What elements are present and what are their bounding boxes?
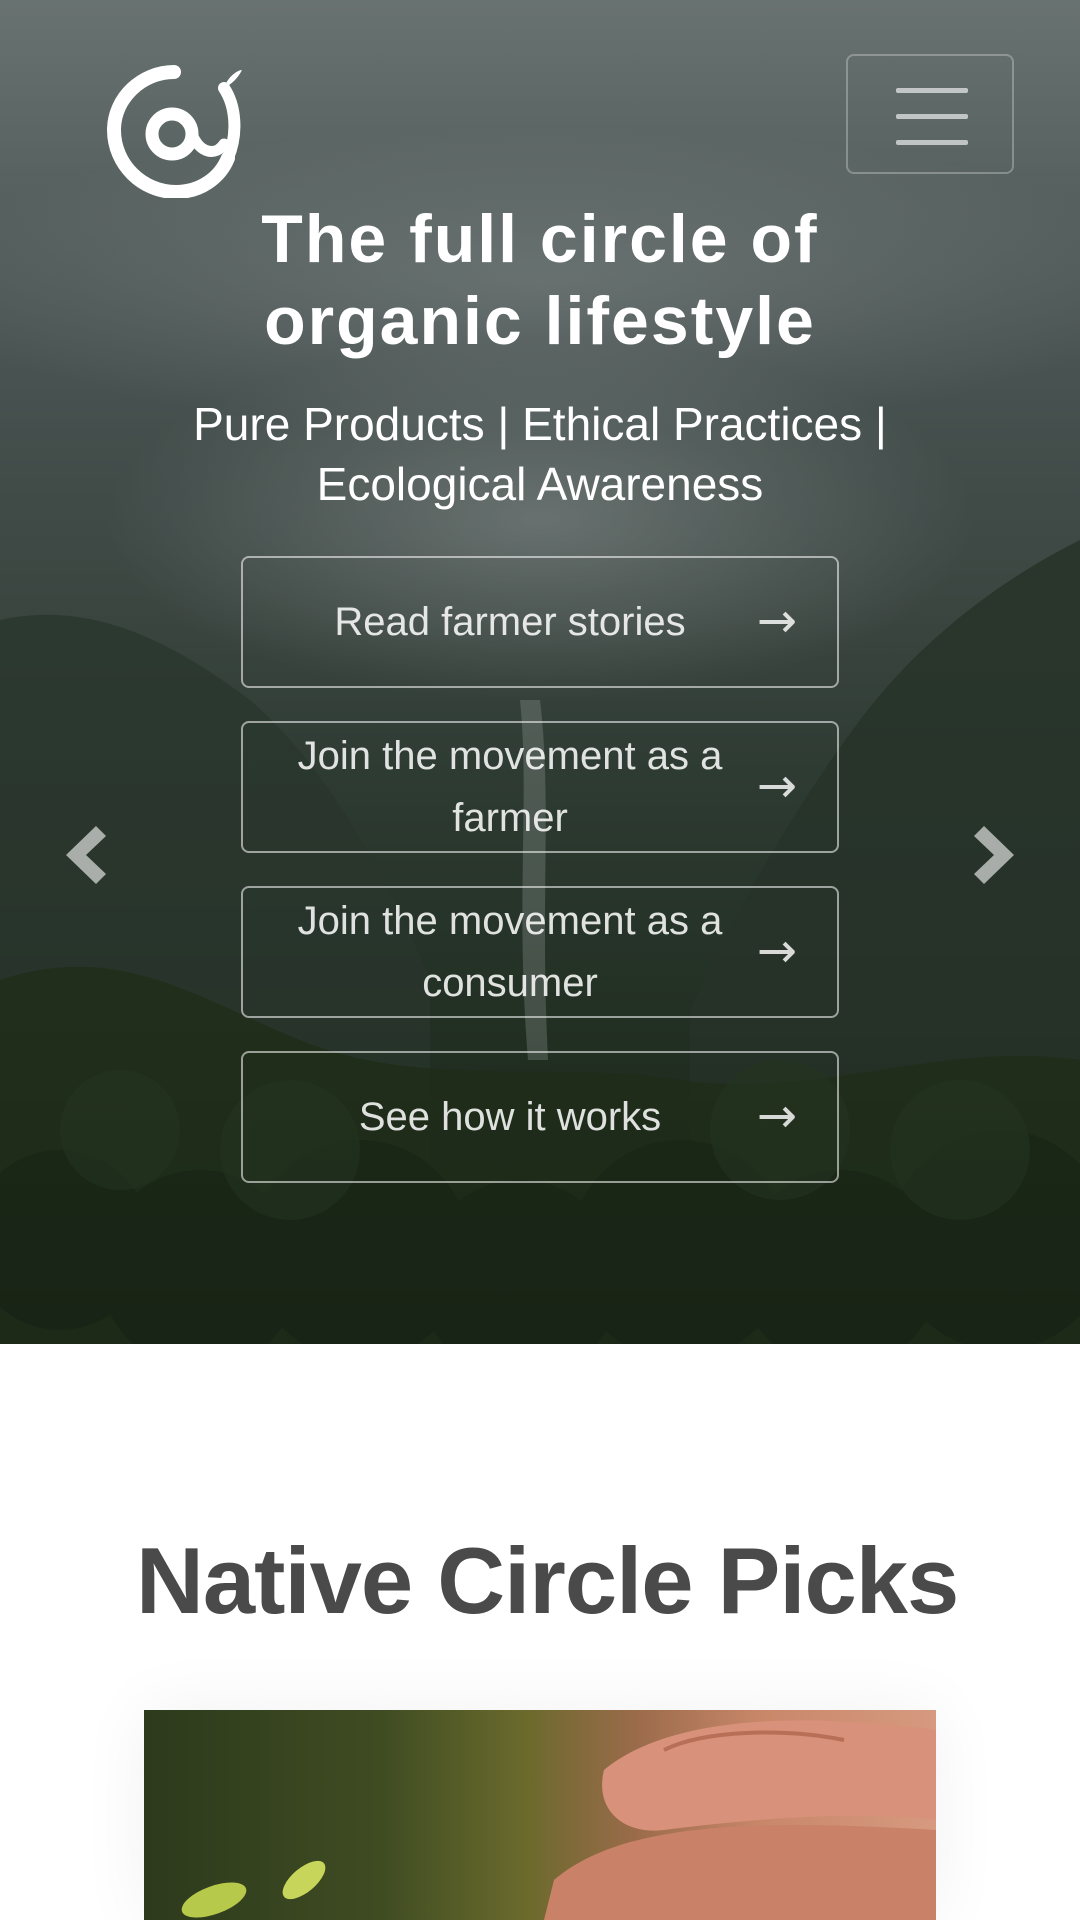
hand-with-seedling-illustration — [181, 1720, 936, 1920]
section-title-picks: Native Circle Picks — [136, 1528, 959, 1633]
hero-subtitle: Pure Products | Ethical Practices | Ecol… — [193, 398, 887, 510]
hero-carousel: The full circle of organic lifestyle Pur… — [0, 0, 1080, 1344]
carousel-prev-button[interactable] — [52, 820, 112, 890]
join-as-consumer-button[interactable]: Join the movement as a consumer → — [241, 886, 839, 1018]
hamburger-menu-icon — [896, 88, 968, 93]
native-circle-logo-icon[interactable] — [104, 58, 244, 198]
button-label: Read farmer stories — [334, 600, 686, 644]
arrow-right-icon: → — [756, 922, 797, 979]
button-label: Join the movement as a farmer — [297, 734, 723, 840]
navbar-toggle-button[interactable] — [846, 54, 1014, 174]
hamburger-bar — [896, 114, 968, 119]
carousel-next-button[interactable] — [968, 820, 1028, 890]
hero-title: The full circle of organic lifestyle — [261, 201, 819, 359]
join-as-farmer-button[interactable]: Join the movement as a farmer → — [241, 721, 839, 853]
chevron-right-icon — [974, 826, 1014, 884]
button-label: See how it works — [358, 1095, 662, 1139]
see-how-it-works-button[interactable]: See how it works → — [241, 1051, 839, 1183]
arrow-right-icon: → — [756, 592, 797, 649]
read-farmer-stories-button[interactable]: Read farmer stories → — [241, 556, 839, 688]
pick-card[interactable] — [144, 1710, 936, 1920]
arrow-right-icon: → — [756, 757, 797, 814]
hamburger-bar — [896, 140, 968, 145]
button-label: Join the movement as a consumer — [297, 899, 723, 1005]
chevron-left-icon — [66, 826, 106, 884]
arrow-right-icon: → — [756, 1087, 797, 1144]
